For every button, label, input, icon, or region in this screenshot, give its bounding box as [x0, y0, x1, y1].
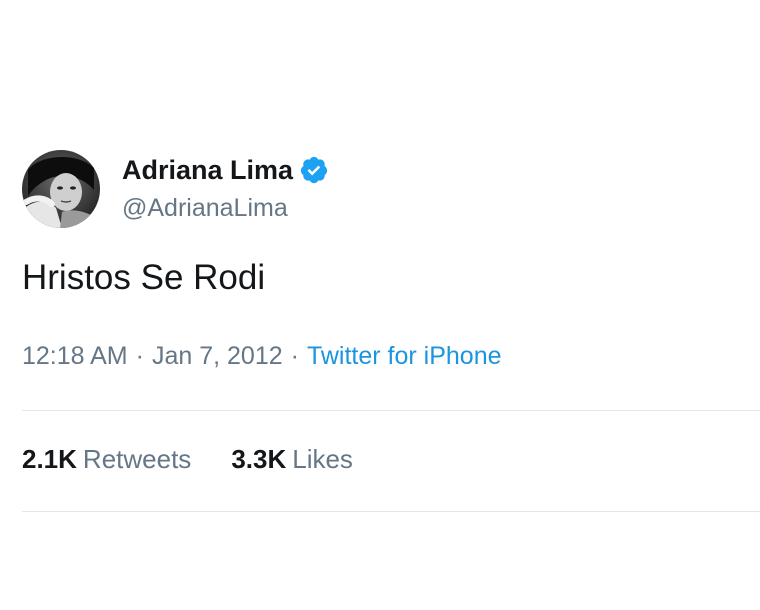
likes-count: 3.3K: [231, 444, 287, 474]
tweet-stats: 2.1K Retweets 3.3K Likes: [22, 444, 353, 475]
verified-badge-icon: [299, 155, 329, 185]
user-handle[interactable]: @AdrianaLima: [122, 194, 288, 223]
divider: [22, 410, 760, 411]
display-name[interactable]: Adriana Lima: [122, 155, 293, 186]
tweet-time[interactable]: 12:18 AM: [22, 342, 128, 370]
meta-separator: ·: [290, 342, 299, 370]
tweet-text: Hristos Se Rodi: [22, 258, 266, 297]
tweet-date[interactable]: Jan 7, 2012: [152, 342, 283, 370]
retweets-count: 2.1K: [22, 444, 77, 474]
divider: [22, 511, 760, 512]
avatar[interactable]: [22, 150, 100, 228]
likes-label: Likes: [292, 444, 353, 474]
retweets-stat[interactable]: 2.1K Retweets: [22, 444, 191, 475]
profile-photo-icon: [22, 150, 100, 228]
tweet-meta: 12:18 AM · Jan 7, 2012 · Twitter for iPhone: [22, 342, 502, 371]
tweet-card: Adriana Lima @AdrianaLima Hristos Se Rod…: [0, 0, 760, 610]
meta-separator: ·: [135, 342, 144, 370]
retweets-label: Retweets: [82, 444, 192, 474]
tweet-source-link[interactable]: Twitter for iPhone: [307, 342, 502, 370]
likes-stat[interactable]: 3.3K Likes: [231, 444, 353, 475]
user-name-row: Adriana Lima: [122, 152, 329, 188]
